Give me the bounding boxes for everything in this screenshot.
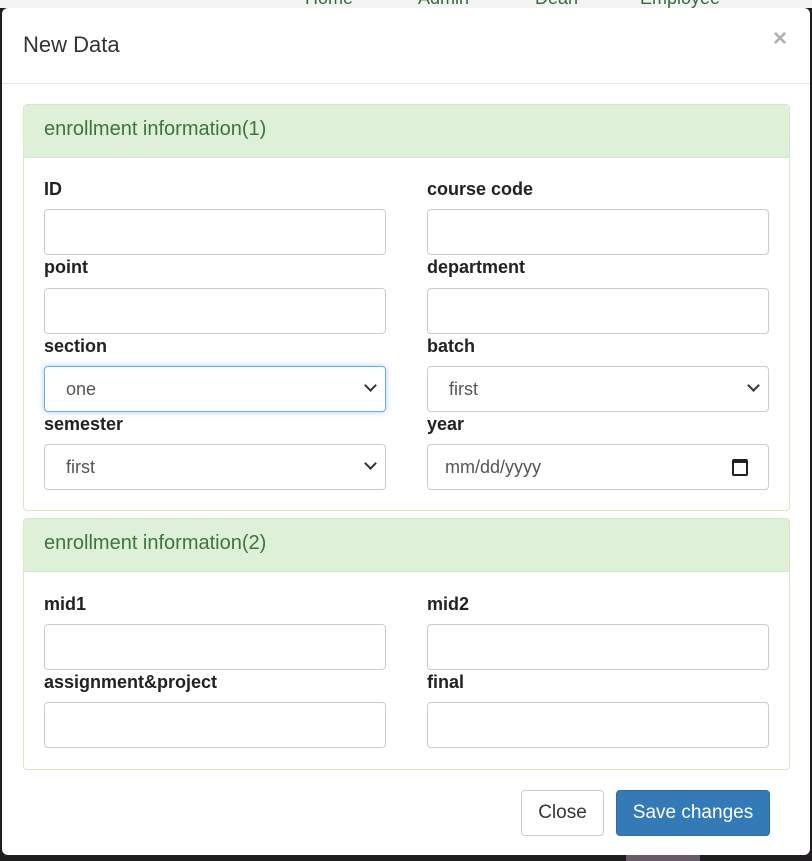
panel-heading: enrollment information(2) <box>24 519 789 572</box>
section-label: section <box>44 336 108 356</box>
new-data-modal: New Data × enrollment information(1) ID … <box>2 8 810 855</box>
department-label: department <box>427 257 526 277</box>
semester-selected-value: first <box>66 457 95 477</box>
close-button[interactable]: Close <box>521 790 604 836</box>
assignment-project-label: assignment&project <box>44 672 218 692</box>
course-code-input[interactable] <box>427 209 769 255</box>
semester-label: semester <box>44 414 124 434</box>
batch-selected-value: first <box>449 379 478 399</box>
mid2-label: mid2 <box>427 594 470 614</box>
bg-nav-home: Home <box>305 0 353 8</box>
modal-header: New Data × <box>2 8 810 84</box>
year-label: year <box>427 414 465 434</box>
point-label: point <box>44 257 88 277</box>
mid1-label: mid1 <box>44 594 87 614</box>
final-input[interactable] <box>427 702 769 748</box>
section-select[interactable]: one <box>44 366 386 412</box>
panel-enrollment-1: enrollment information(1) ID course code… <box>23 104 790 511</box>
batch-select[interactable]: first <box>427 366 769 412</box>
department-input[interactable] <box>427 288 769 334</box>
chevron-down-icon <box>364 379 377 392</box>
save-changes-button[interactable]: Save changes <box>616 790 770 836</box>
panel-enrollment-2: enrollment information(2) mid1 mid2 assi… <box>23 518 790 770</box>
panel-heading: enrollment information(1) <box>24 105 789 158</box>
close-icon[interactable]: × <box>773 24 787 54</box>
mid2-input[interactable] <box>427 624 769 670</box>
id-input[interactable] <box>44 209 386 255</box>
chevron-down-icon <box>747 379 760 392</box>
final-label: final <box>427 672 465 692</box>
year-placeholder: mm/dd/yyyy <box>445 457 542 477</box>
bg-nav-dean: Dean <box>535 0 578 8</box>
background-navbar: Home Admin Dean Employee <box>0 0 812 8</box>
bg-nav-employee: Employee <box>640 0 720 8</box>
mid1-input[interactable] <box>44 624 386 670</box>
assignment-project-input[interactable] <box>44 702 386 748</box>
id-label: ID <box>44 179 62 199</box>
course-code-label: course code <box>427 179 534 199</box>
point-input[interactable] <box>44 288 386 334</box>
bg-nav-admin: Admin <box>418 0 469 8</box>
modal-title: New Data <box>23 32 120 57</box>
chevron-down-icon <box>364 457 377 470</box>
calendar-icon[interactable] <box>732 459 748 476</box>
batch-label: batch <box>427 336 476 356</box>
year-date-input[interactable]: mm/dd/yyyy <box>427 444 769 490</box>
section-selected-value: one <box>66 379 97 399</box>
semester-select[interactable]: first <box>44 444 386 490</box>
